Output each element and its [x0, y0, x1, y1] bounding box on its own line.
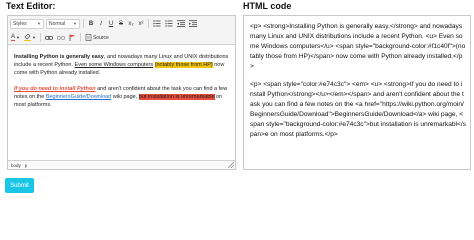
bold-text: Installing Python is generally easy: [14, 54, 104, 60]
background-color-button[interactable]: ▼: [23, 33, 37, 43]
red-italic-text: If you do need to install Python: [14, 86, 96, 92]
unlink-icon: [56, 35, 65, 40]
link-icon: [44, 35, 53, 40]
editor-paragraph-1: Installing Python is generally easy, and…: [14, 53, 231, 77]
underlined-text: Even some Windows computers: [74, 62, 154, 68]
yellow-highlight-text: (notably those from HP): [154, 62, 213, 68]
editor-statusbar: body p: [8, 160, 235, 169]
indent-icon: [189, 20, 197, 27]
text-color-button[interactable]: A ▼: [10, 33, 21, 43]
toolbar-separator: [148, 19, 149, 28]
text-color-icon: A: [11, 34, 16, 41]
styles-dropdown-label: Styles: [13, 20, 27, 27]
editor-heading: Text Editor:: [6, 1, 56, 11]
superscript-button[interactable]: x²: [137, 19, 145, 29]
source-button[interactable]: Source: [84, 33, 110, 43]
link-button[interactable]: [44, 33, 54, 43]
toolbar-row-1: Styles ▼ Normal ▼ B I U S x₂ x²: [10, 18, 198, 29]
anchor-button[interactable]: [68, 33, 77, 43]
outdent-button[interactable]: [176, 19, 186, 29]
flag-icon: [69, 34, 75, 41]
path-body[interactable]: body: [11, 163, 21, 168]
bulleted-list-icon: [153, 20, 161, 27]
format-dropdown[interactable]: Normal ▼: [46, 18, 80, 29]
chevron-down-icon: ▼: [37, 21, 41, 26]
toolbar-separator: [83, 19, 84, 28]
toolbar-row-2: A ▼ ▼ Source: [10, 32, 110, 43]
submit-button[interactable]: Submit: [5, 178, 34, 193]
underline-button[interactable]: U: [107, 19, 115, 29]
styles-dropdown[interactable]: Styles ▼: [10, 18, 44, 29]
document-icon: [85, 34, 92, 41]
paragraph-text: wiki page,: [111, 94, 139, 100]
italic-button[interactable]: I: [97, 19, 105, 29]
bulleted-list-button[interactable]: [152, 19, 162, 29]
html-code-heading: HTML code: [243, 1, 292, 11]
chevron-down-icon: ▼: [73, 21, 77, 26]
toolbar-separator: [39, 33, 41, 42]
numbered-list-icon: [165, 20, 173, 27]
unlink-button[interactable]: [56, 33, 66, 43]
editor-paragraph-2: If you do need to install Python and are…: [14, 85, 231, 109]
subscript-button[interactable]: x₂: [127, 19, 135, 29]
paint-bucket-icon: [23, 34, 31, 41]
html-code-panel: <p> <strong>Installing Python is general…: [243, 15, 471, 170]
code-paragraph-1: <p> <strong>Installing Python is general…: [250, 23, 466, 70]
strikethrough-button[interactable]: S: [117, 19, 125, 29]
path-p[interactable]: p: [25, 163, 28, 168]
html-code-text: <p> <strong>Installing Python is general…: [250, 22, 466, 148]
format-dropdown-label: Normal: [49, 20, 66, 27]
indent-button[interactable]: [188, 19, 198, 29]
chevron-down-icon: ▼: [31, 35, 36, 40]
chevron-down-icon: ▼: [16, 35, 20, 40]
toolbar-separator: [79, 33, 81, 42]
source-label: Source: [92, 34, 109, 41]
editor-toolbar: Styles ▼ Normal ▼ B I U S x₂ x² A ▼ ▼ So…: [8, 16, 235, 45]
numbered-list-button[interactable]: [164, 19, 174, 29]
code-paragraph-2: <p> <span style="color:#e74c3c"> <em> <u…: [250, 81, 466, 138]
beginners-guide-link[interactable]: BeginnersGuide/Download: [46, 94, 111, 100]
resize-handle-icon[interactable]: [228, 162, 234, 168]
rich-text-editor: Styles ▼ Normal ▼ B I U S x₂ x² A ▼ ▼ So…: [7, 15, 236, 170]
red-highlight-text: but installation is unremarkable: [138, 94, 215, 100]
bold-button[interactable]: B: [87, 19, 95, 29]
editor-content[interactable]: Installing Python is generally easy, and…: [14, 53, 231, 117]
outdent-icon: [177, 20, 185, 27]
